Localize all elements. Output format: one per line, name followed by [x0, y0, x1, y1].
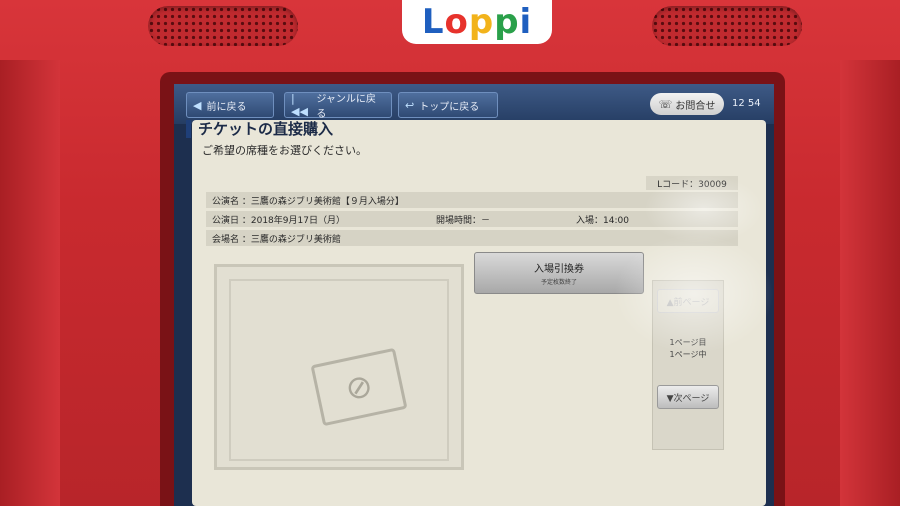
top-back-button[interactable]: ↩ トップに戻る: [398, 92, 498, 118]
return-arrow-icon: ↩: [405, 98, 415, 112]
back-button[interactable]: ◀ 前に戻る: [186, 92, 274, 118]
lcode-label: Lコード：30009: [646, 176, 738, 190]
venue-name: 会場名 ：三鷹の森ジブリ美術館: [212, 234, 341, 245]
enter-ticket-button[interactable]: 入場引換券 予定枚数終了: [474, 252, 644, 294]
enter-ticket-label: 入場引換券: [534, 264, 584, 275]
contact-button[interactable]: ☏ お問合せ: [650, 93, 724, 115]
top-back-label: トップに戻る: [419, 101, 480, 113]
performance-date: 公演日 ：2018年9月17日（月）: [212, 215, 345, 226]
kiosk-screen: ◀ 前に戻る |◀◀ ジャンルに戻る ↩ トップに戻る ☏ お問合せ 12 54…: [174, 84, 774, 506]
pager: ▲前ページ 1ページ目 1ページ中 ▼次ページ: [652, 280, 724, 450]
performance-name: 公演名 ：三鷹の森ジブリ美術館【９月入場分】: [212, 196, 404, 207]
image-placeholder: ⊘: [214, 264, 464, 470]
entry-time: 入場：14:00: [576, 215, 629, 226]
venue-row: 会場名 ：三鷹の森ジブリ美術館: [206, 230, 738, 246]
kiosk-side-left: [0, 60, 60, 506]
no-image-icon: ⊘: [310, 347, 408, 427]
speaker-grille-right: [652, 6, 802, 46]
loppi-logo: Loppi: [402, 0, 552, 44]
back-button-label: 前に戻る: [206, 101, 247, 113]
page-subtitle: ご希望の席種をお選びください。: [202, 144, 367, 157]
kiosk-side-right: [840, 60, 900, 506]
prev-page-button[interactable]: ▲前ページ: [657, 289, 719, 313]
clock: 12 54: [732, 98, 761, 109]
phone-icon: ☏: [658, 97, 673, 111]
genre-back-button[interactable]: |◀◀ ジャンルに戻る: [284, 92, 392, 120]
next-page-button[interactable]: ▼次ページ: [657, 385, 719, 409]
image-placeholder-inner: ⊘: [229, 279, 449, 461]
page-info-current: 1ページ目: [669, 338, 707, 347]
rewind-icon: |◀◀: [291, 92, 308, 118]
heading-accent: [186, 120, 191, 138]
speaker-grille-left: [148, 6, 298, 46]
performance-date-row: 公演日 ：2018年9月17日（月） 開場時間：－ 入場：14:00: [206, 211, 738, 227]
enter-ticket-sub: 予定枚数終了: [540, 279, 577, 286]
back-triangle-icon: ◀: [193, 98, 202, 112]
contact-label: お問合せ: [675, 100, 716, 112]
performance-name-row: 公演名 ：三鷹の森ジブリ美術館【９月入場分】: [206, 192, 738, 208]
page-info-total: 1ページ中: [669, 350, 707, 359]
page-info: 1ページ目 1ページ中: [653, 337, 723, 361]
page-title: チケットの直接購入: [198, 120, 334, 138]
genre-back-label: ジャンルに戻る: [316, 94, 376, 120]
open-time: 開場時間：－: [436, 215, 491, 226]
